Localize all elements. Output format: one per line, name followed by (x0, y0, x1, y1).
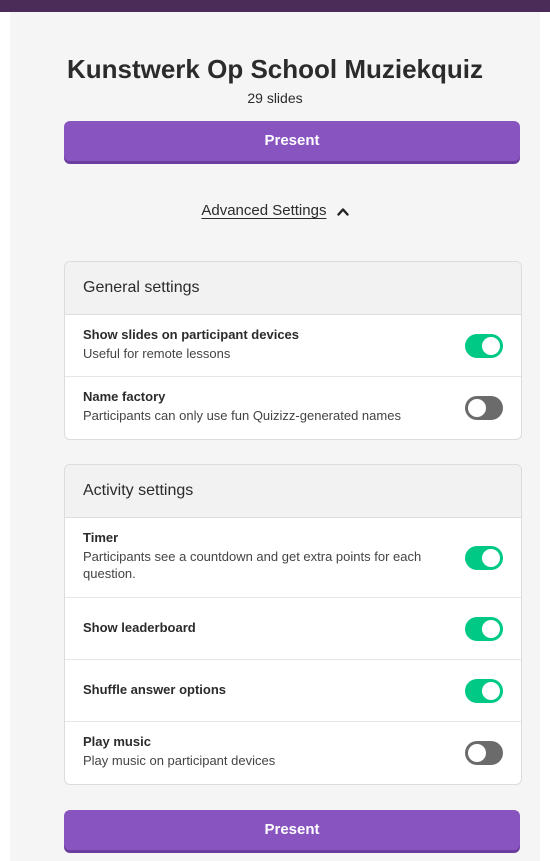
quiz-title: Kunstwerk Op School Muziekquiz (66, 54, 484, 84)
setting-row-shuffle: Shuffle answer options (65, 660, 521, 722)
show-slides-toggle[interactable] (465, 333, 503, 358)
setting-description: Useful for remote lessons (83, 346, 231, 361)
setting-title: Timer (83, 530, 119, 545)
general-settings-card: General settings Show slides on particip… (64, 261, 522, 440)
slide-count: 29 slides (247, 90, 303, 106)
toggle-knob (482, 619, 500, 638)
shuffle-answers-toggle[interactable] (465, 678, 503, 703)
quiz-settings-page: Kunstwerk Op School Muziekquiz 29 slides… (0, 0, 550, 861)
timer-toggle[interactable] (465, 545, 503, 570)
setting-row-play-music: Play music Play music on participant dev… (65, 722, 521, 784)
setting-row-name-factory: Name factory Participants can only use f… (65, 377, 521, 439)
setting-description: Participants can only use fun Quizizz-ge… (83, 408, 401, 423)
setting-title: Name factory (83, 389, 166, 404)
setting-title: Shuffle answer options (83, 682, 227, 697)
setting-title: Show leaderboard (83, 620, 196, 635)
setting-row-timer: Timer Participants see a countdown and g… (65, 518, 521, 598)
setting-description: Participants see a countdown and get ext… (83, 549, 422, 581)
advanced-settings-toggle[interactable]: Advanced Settings (10, 202, 540, 220)
toggle-knob (482, 681, 500, 700)
toggle-knob (468, 744, 486, 762)
leaderboard-toggle[interactable] (465, 616, 503, 641)
present-button-bottom[interactable]: Present (64, 810, 520, 850)
general-settings-header: General settings (65, 262, 521, 315)
toggle-knob (468, 399, 486, 417)
play-music-toggle[interactable] (465, 741, 503, 765)
advanced-settings-label: Advanced Settings (201, 202, 327, 219)
activity-settings-header: Activity settings (65, 465, 521, 518)
setting-description: Play music on participant devices (83, 753, 276, 768)
chevron-up-icon (336, 203, 349, 220)
toggle-knob (482, 336, 500, 355)
toggle-knob (482, 548, 500, 567)
name-factory-toggle[interactable] (465, 396, 503, 420)
settings-panel: Kunstwerk Op School Muziekquiz 29 slides… (10, 12, 540, 861)
setting-row-leaderboard: Show leaderboard (65, 598, 521, 660)
setting-title: Play music (83, 734, 151, 749)
top-border (0, 0, 550, 12)
present-button-top[interactable]: Present (64, 121, 520, 161)
activity-settings-card: Activity settings Timer Participants see… (64, 464, 522, 785)
setting-row-show-slides: Show slides on participant devices Usefu… (65, 315, 521, 377)
setting-title: Show slides on participant devices (83, 327, 300, 342)
